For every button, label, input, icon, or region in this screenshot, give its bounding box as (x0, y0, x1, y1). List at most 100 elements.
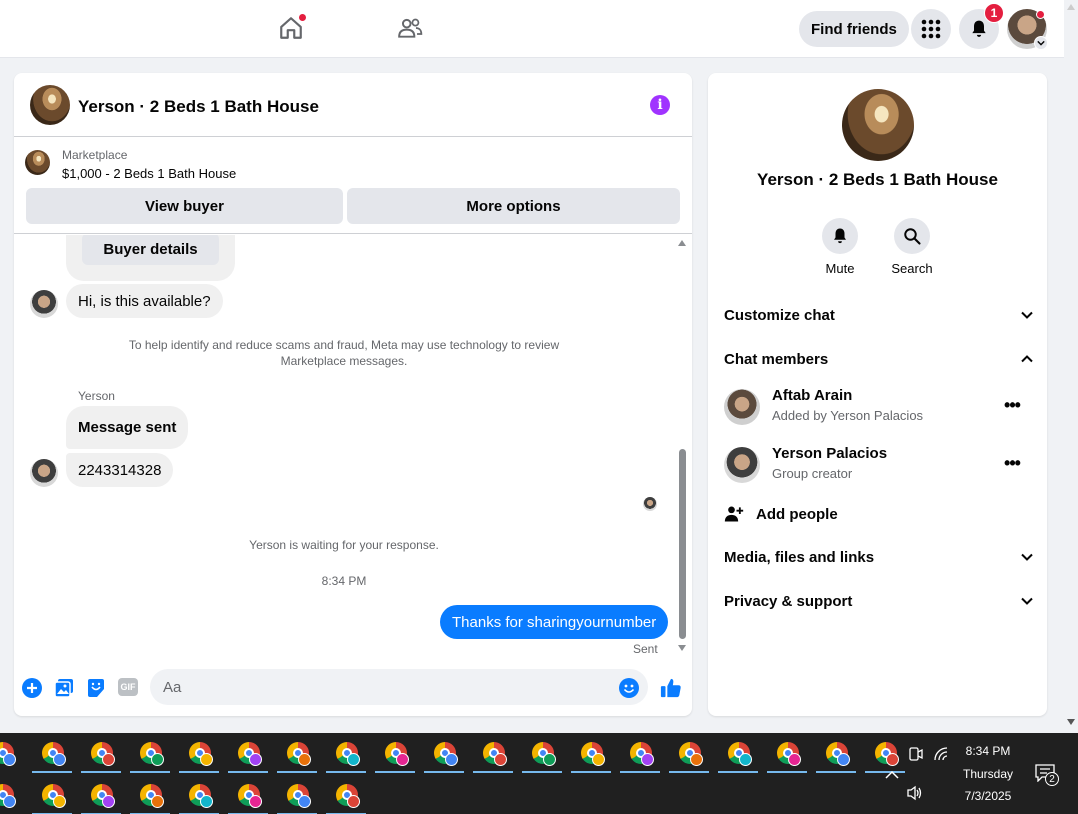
browser-taskbar-icon[interactable] (679, 742, 705, 768)
listing-photo[interactable] (25, 150, 50, 175)
profile-badge-icon (53, 795, 66, 808)
browser-taskbar-icon[interactable] (875, 742, 901, 768)
marketplace-label: Marketplace (62, 148, 128, 162)
browser-taskbar-icon[interactable] (532, 742, 558, 768)
profile-badge-icon (543, 753, 556, 766)
browser-taskbar-icon[interactable] (140, 784, 166, 810)
privacy-support-row[interactable]: Privacy & support (724, 583, 1034, 619)
show-hidden-icons-chevron[interactable] (885, 767, 899, 785)
chat-title[interactable]: Yerson · 2 Beds 1 Bath House (78, 97, 319, 117)
member-name[interactable]: Yerson Palacios (772, 445, 887, 462)
browser-taskbar-icon[interactable] (287, 742, 313, 768)
photo-icon[interactable] (54, 678, 74, 698)
bell-icon (972, 20, 986, 37)
customize-chat-row[interactable]: Customize chat (724, 297, 1034, 333)
mute-button[interactable]: Mute (812, 218, 868, 276)
message-input[interactable]: Aa (150, 669, 648, 705)
sent-message-bubble[interactable]: Thanks for sharingyournumber (440, 605, 669, 639)
chat-details-photo[interactable] (842, 89, 914, 161)
profile-badge-icon (739, 753, 752, 766)
buyer-details-button[interactable]: Buyer details (82, 235, 219, 265)
waiting-notice: Yerson is waiting for your response. (249, 538, 439, 552)
chevron-down-icon (1021, 553, 1033, 561)
browser-taskbar-icon[interactable] (91, 742, 117, 768)
network-icon[interactable] (933, 746, 949, 767)
browser-taskbar-icon[interactable] (434, 742, 460, 768)
scroll-up-arrow[interactable] (678, 240, 686, 246)
view-buyer-button[interactable]: View buyer (26, 188, 343, 224)
menu-button[interactable] (911, 9, 951, 49)
chevron-down-icon (1021, 597, 1033, 605)
friends-icon[interactable] (396, 14, 424, 42)
gif-icon[interactable]: GIF (118, 678, 138, 696)
chat-members-row[interactable]: Chat members (724, 341, 1034, 377)
add-people-button[interactable]: Add people (724, 500, 838, 528)
member-item[interactable]: Aftab Arain Added by Yerson Palacios ••• (724, 387, 1034, 431)
more-options-icon[interactable]: ••• (1000, 451, 1024, 475)
page-scroll-up-arrow[interactable] (1067, 4, 1075, 10)
browser-taskbar-icon[interactable] (189, 784, 215, 810)
chat-photo[interactable] (30, 85, 70, 125)
volume-icon[interactable] (906, 785, 924, 806)
more-options-button[interactable]: More options (347, 188, 680, 224)
browser-taskbar-icon[interactable] (630, 742, 656, 768)
browser-taskbar-icon[interactable] (238, 784, 264, 810)
action-center-icon[interactable]: 2 (1035, 764, 1059, 786)
thumbs-up-icon[interactable] (659, 676, 683, 700)
member-name[interactable]: Aftab Arain (772, 387, 852, 404)
browser-taskbar-icon[interactable] (42, 742, 68, 768)
message-bubble[interactable]: Message sent (66, 406, 189, 449)
listing-title[interactable]: $1,000 - 2 Beds 1 Bath House (62, 166, 236, 181)
browser-taskbar-icon[interactable] (287, 784, 313, 810)
search-button[interactable]: Search (884, 218, 940, 276)
browser-taskbar-icon[interactable] (336, 742, 362, 768)
browser-taskbar-icon[interactable] (140, 742, 166, 768)
member-avatar[interactable] (724, 389, 760, 425)
browser-taskbar-icon[interactable] (42, 784, 68, 810)
browser-taskbar-icon[interactable] (826, 742, 852, 768)
browser-taskbar-icon[interactable] (581, 742, 607, 768)
plus-icon[interactable] (22, 678, 42, 698)
taskbar-open-indicator (620, 771, 660, 773)
browser-taskbar-icon[interactable] (91, 784, 117, 810)
taskbar-open-indicator (473, 771, 513, 773)
profile-badge-icon (53, 753, 66, 766)
clock-date[interactable]: 7/3/2025 (956, 789, 1020, 803)
browser-taskbar-icon[interactable] (238, 742, 264, 768)
browser-taskbar-icon[interactable] (777, 742, 803, 768)
clock-day[interactable]: Thursday (956, 767, 1020, 781)
browser-taskbar-icon[interactable] (336, 784, 362, 810)
info-icon[interactable]: i (650, 95, 670, 115)
account-notification-dot (1036, 10, 1045, 19)
meet-now-icon[interactable] (908, 746, 924, 767)
profile-badge-icon (641, 753, 654, 766)
taskbar-open-indicator (669, 771, 709, 773)
message-timestamp: 8:34 PM (321, 574, 367, 588)
sticker-icon[interactable] (86, 678, 106, 698)
scroll-down-arrow[interactable] (678, 645, 686, 651)
safety-notice: To help identify and reduce scams and fr… (128, 338, 560, 368)
member-item[interactable]: Yerson Palacios Group creator ••• (724, 445, 1034, 489)
browser-taskbar-icon[interactable] (0, 742, 18, 768)
profile-badge-icon (298, 753, 311, 766)
page-scroll-down-arrow[interactable] (1067, 719, 1075, 725)
message-bubble[interactable]: 2243314328 (66, 453, 174, 487)
customize-chat-label: Customize chat (724, 306, 835, 324)
member-avatar[interactable] (724, 447, 760, 483)
sender-avatar[interactable] (30, 459, 58, 487)
find-friends-button[interactable]: Find friends (799, 11, 909, 47)
browser-taskbar-icon[interactable] (189, 742, 215, 768)
more-options-icon[interactable]: ••• (1000, 393, 1024, 417)
emoji-icon[interactable] (619, 678, 639, 698)
browser-taskbar-icon[interactable] (728, 742, 754, 768)
media-files-row[interactable]: Media, files and links (724, 539, 1034, 575)
home-icon[interactable] (277, 13, 307, 42)
sender-avatar[interactable] (30, 290, 58, 318)
scrollbar-thumb[interactable] (679, 449, 686, 639)
browser-taskbar-icon[interactable] (385, 742, 411, 768)
browser-taskbar-icon[interactable] (0, 784, 18, 810)
chevron-down-icon[interactable] (1034, 36, 1048, 50)
message-bubble[interactable]: Hi, is this available? (66, 284, 223, 318)
clock-time[interactable]: 8:34 PM (956, 744, 1020, 758)
browser-taskbar-icon[interactable] (483, 742, 509, 768)
